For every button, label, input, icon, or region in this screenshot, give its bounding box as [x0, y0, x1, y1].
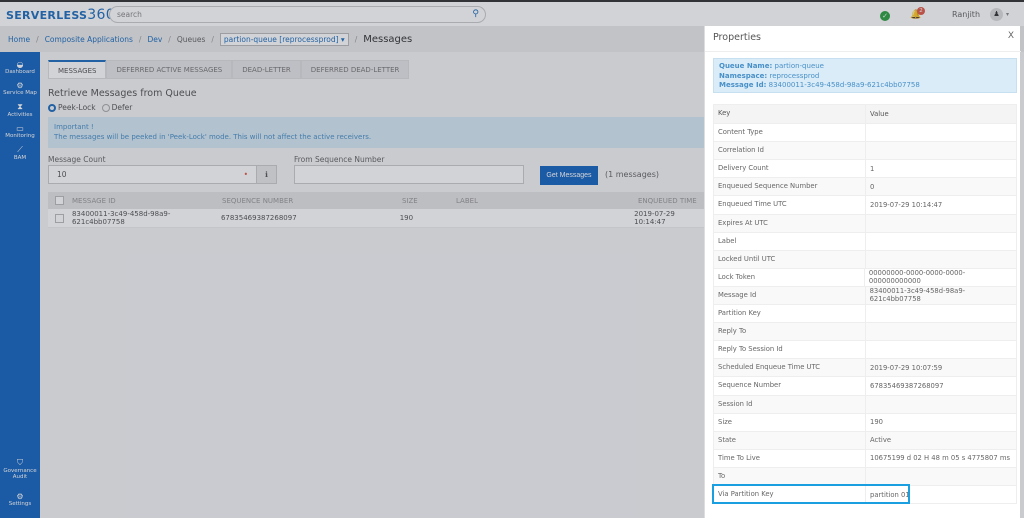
panel-title: Properties: [713, 32, 762, 43]
property-value: 67835469387268097: [870, 381, 944, 390]
property-row: Scheduled Enqueue Time UTC 2019-07-29 10:…: [714, 358, 1016, 377]
property-key: Label: [714, 232, 866, 250]
property-row: State Active: [714, 430, 1016, 449]
property-key: Session Id: [714, 395, 866, 413]
property-value: 00000000-0000-0000-0000-000000000000: [868, 269, 966, 286]
properties-panel: Properties X Queue Name: partion-queue N…: [704, 26, 1021, 518]
property-key: Partition Key: [714, 305, 866, 323]
property-row: Session Id: [714, 394, 1016, 413]
properties-header: Key Value: [714, 105, 1016, 124]
property-row: Partition Key: [714, 304, 1016, 323]
property-row: Locked Until UTC: [714, 249, 1016, 268]
property-value: 10675199 d 02 H 48 m 05 s 4775807 ms: [870, 454, 1011, 463]
property-key: To: [714, 467, 866, 485]
property-key: Lock Token: [714, 268, 865, 286]
property-value: 0: [870, 182, 875, 191]
property-row: Reply To Session Id: [714, 340, 1016, 359]
namespace-value: reprocessprod: [769, 71, 820, 80]
property-key: Enqueued Time UTC: [714, 196, 866, 214]
property-key: Correlation Id: [714, 142, 866, 160]
property-row: Reply To: [714, 322, 1016, 341]
message-id-label: Message Id:: [719, 81, 767, 90]
property-row: Time To Live 10675199 d 02 H 48 m 05 s 47…: [714, 448, 1016, 467]
namespace-label: Namespace:: [719, 71, 768, 80]
property-row: Lock Token 00000000-0000-0000-0000-000000…: [714, 267, 1016, 286]
property-key: Scheduled Enqueue Time UTC: [714, 359, 866, 377]
property-key: Sequence Number: [714, 377, 866, 395]
property-key: State: [714, 431, 866, 449]
property-row: Content Type: [714, 123, 1016, 142]
property-row: Correlation Id: [714, 141, 1016, 160]
property-row: Size 190: [714, 412, 1016, 431]
property-value: 1: [870, 164, 875, 173]
property-key: Expires At UTC: [714, 214, 866, 232]
property-value: 83400011-3c49-458d-98a9-621c4bb07758: [869, 287, 966, 304]
key-header: Key: [714, 105, 866, 124]
message-info-box: Queue Name: partion-queue Namespace: rep…: [713, 58, 1017, 93]
property-value: Active: [870, 436, 892, 445]
message-id-value: 83400011-3c49-458d-98a9-621c4bb07758: [768, 81, 920, 90]
value-header: Value: [870, 110, 889, 119]
property-row: Delivery Count 1: [714, 159, 1016, 178]
property-key: Message Id: [714, 286, 866, 305]
property-key: Locked Until UTC: [714, 250, 866, 268]
property-key: Delivery Count: [714, 160, 866, 178]
queue-name-label: Queue Name:: [719, 62, 773, 70]
queue-name-value: partion-queue: [774, 62, 824, 70]
property-key: Reply To Session Id: [714, 341, 866, 359]
property-key: Content Type: [714, 124, 866, 142]
properties-table: Key Value Content Type Correlation Id Deliv…: [713, 104, 1017, 505]
property-row: Enqueued Time UTC 2019-07-29 10:14:47: [714, 195, 1016, 214]
property-row: To: [714, 466, 1016, 485]
property-key: Time To Live: [714, 449, 866, 467]
property-key: Enqueued Sequence Number: [714, 178, 866, 196]
property-row: Sequence Number 67835469387268097: [714, 376, 1016, 395]
close-button[interactable]: X: [1008, 31, 1014, 41]
property-row: Enqueued Sequence Number 0: [714, 177, 1016, 196]
property-key: Reply To: [714, 323, 866, 341]
property-value: 190: [870, 418, 883, 427]
property-value: 2019-07-29 10:14:47: [870, 201, 943, 210]
property-row: Expires At UTC: [714, 213, 1016, 232]
property-row: Message Id 83400011-3c49-458d-98a9-621c4b…: [714, 285, 1016, 305]
property-value: 2019-07-29 10:07:59: [870, 363, 943, 372]
property-key: Size: [714, 413, 866, 431]
highlight-box: [712, 484, 910, 504]
divider: [705, 51, 1021, 52]
property-row: Label: [714, 231, 1016, 250]
